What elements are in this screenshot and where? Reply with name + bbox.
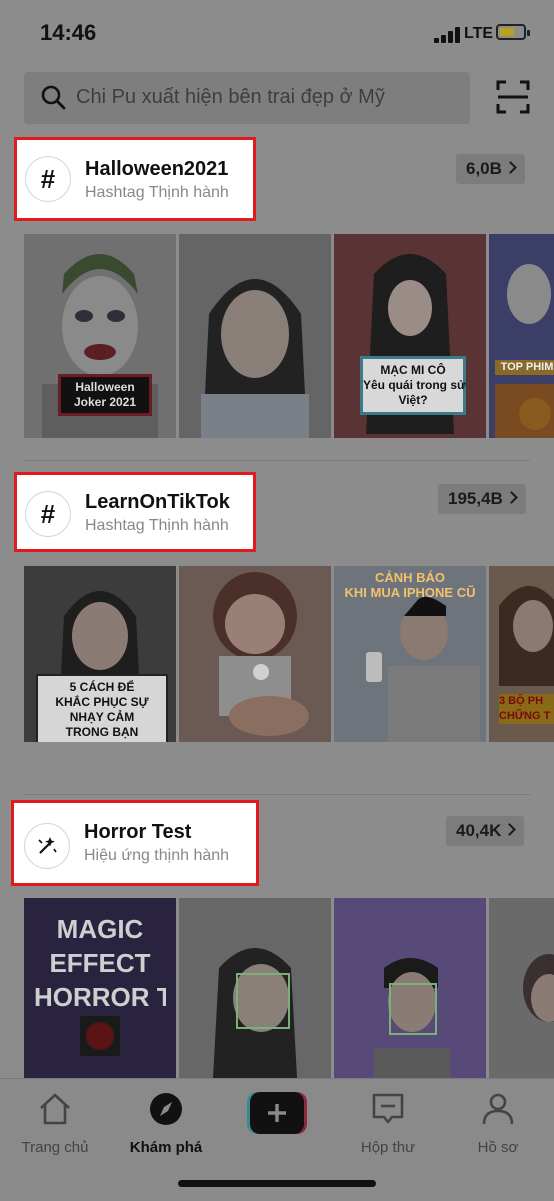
nav-label: Hồ sơ [477, 1139, 519, 1156]
view-count: 40,4K [456, 821, 502, 840]
doll-image [179, 566, 331, 742]
hashtag-subtitle: Hashtag Thịnh hành [85, 517, 229, 534]
video-thumbnail[interactable] [179, 898, 331, 1078]
nav-profile[interactable]: Hồ sơ [448, 1091, 548, 1156]
hashtag-title: LearnOnTikTok [85, 491, 230, 513]
video-row-learnontiktok: 5 CÁCH ĐỂ KHẮC PHỤC SỰ NHẠY CẢM TRONG BẠ… [24, 566, 554, 742]
chevron-right-icon [504, 161, 517, 174]
video-thumbnail[interactable]: Halloween Joker 2021 [24, 234, 176, 438]
signal-icon [434, 27, 460, 43]
thumbnail-caption: Halloween Joker 2021 [58, 374, 152, 416]
home-icon [40, 1093, 70, 1125]
thumbnail-caption: 5 CÁCH ĐỂ KHẮC PHỤC SỰ NHẠY CẢM TRONG BẠ… [36, 674, 168, 742]
thumbnail-caption: MAGIC EFFECT HORROR TEST HORROR [34, 914, 166, 1010]
nav-inbox[interactable]: Hộp thư [338, 1091, 438, 1156]
woman-portrait-image [179, 234, 331, 438]
nav-label: Khám phá [129, 1139, 203, 1156]
effect-subtitle: Hiệu ứng thịnh hành [84, 847, 230, 864]
thumbnail-caption: TOP PHIM [495, 360, 554, 375]
network-label: LTE [464, 25, 494, 42]
battery-icon [496, 24, 530, 40]
video-thumbnail[interactable]: TOP PHIM [489, 234, 554, 438]
section-divider [24, 794, 530, 795]
video-thumbnail[interactable] [179, 566, 331, 742]
nav-label: Hộp thư [360, 1139, 416, 1156]
hashtag-header-halloween2021[interactable]: # Halloween2021 Hashtag Thịnh hành [14, 137, 256, 221]
video-thumbnail[interactable] [334, 898, 486, 1078]
nav-discover[interactable]: Khám phá [116, 1091, 216, 1156]
man-face-filter-image [334, 898, 486, 1078]
video-thumbnail[interactable]: MẠC MI CÔ Yêu quái trong sử Việt? [334, 234, 486, 438]
search-icon [41, 85, 66, 110]
video-thumbnail[interactable] [489, 898, 554, 1078]
hashtag-header-learnontiktok[interactable]: # LearnOnTikTok Hashtag Thịnh hành [14, 472, 256, 552]
home-indicator [178, 1180, 376, 1187]
hashtag-title: Halloween2021 [85, 158, 229, 180]
view-count: 6,0B [466, 159, 502, 178]
effect-header-horror-test[interactable]: Horror Test Hiệu ứng thịnh hành [11, 800, 259, 886]
horror-poster-image [489, 234, 554, 438]
view-count-button[interactable]: 195,4B [438, 484, 526, 514]
woman-face-filter-image [179, 898, 331, 1078]
search-placeholder: Chi Pu xuất hiện bên trai đẹp ở Mỹ [76, 86, 385, 108]
video-thumbnail[interactable]: MAGIC EFFECT HORROR TEST HORROR [24, 898, 176, 1078]
chevron-right-icon [503, 823, 517, 836]
create-video-button[interactable] [247, 1092, 307, 1134]
section-divider [24, 460, 530, 461]
thumbnail-caption: 3 BỘ PH CHỮNG T [499, 694, 554, 724]
woman-image [489, 898, 554, 1078]
chevron-right-icon [504, 491, 518, 504]
view-count-button[interactable]: 40,4K [446, 816, 525, 846]
status-bar: 14:46 LTE [0, 0, 554, 62]
thumbnail-caption: MẠC MI CÔ Yêu quái trong sử Việt? [360, 356, 466, 415]
video-thumbnail[interactable]: 5 CÁCH ĐỂ KHẮC PHỤC SỰ NHẠY CẢM TRONG BẠ… [24, 566, 176, 742]
view-count: 195,4B [448, 489, 503, 508]
scan-qr-icon[interactable] [496, 80, 530, 114]
video-row-halloween: Halloween Joker 2021 MẠC MI CÔ Yêu quái … [24, 234, 554, 438]
effect-title: Horror Test [84, 821, 192, 843]
magic-wand-icon [24, 823, 70, 869]
video-row-horror-test: MAGIC EFFECT HORROR TEST HORROR [24, 898, 554, 1078]
compass-icon [150, 1093, 182, 1125]
hashtag-icon: # [25, 491, 71, 537]
hashtag-subtitle: Hashtag Thịnh hành [85, 184, 229, 201]
status-time: 14:46 [40, 20, 97, 45]
nav-label: Trang chủ [21, 1139, 89, 1156]
video-thumbnail[interactable] [179, 234, 331, 438]
hashtag-icon: # [25, 156, 71, 202]
search-bar[interactable]: Chi Pu xuất hiện bên trai đẹp ở Mỹ [24, 72, 470, 124]
inbox-icon [372, 1093, 404, 1124]
profile-icon [482, 1093, 514, 1125]
thumbnail-caption: CẢNH BÁO KHI MUA IPHONE CŨ [344, 570, 476, 600]
view-count-button[interactable]: 6,0B [456, 154, 525, 184]
video-thumbnail[interactable]: 3 BỘ PH CHỮNG T [489, 566, 554, 742]
video-thumbnail[interactable]: CẢNH BÁO KHI MUA IPHONE CŨ [334, 566, 486, 742]
nav-home[interactable]: Trang chủ [5, 1091, 105, 1156]
